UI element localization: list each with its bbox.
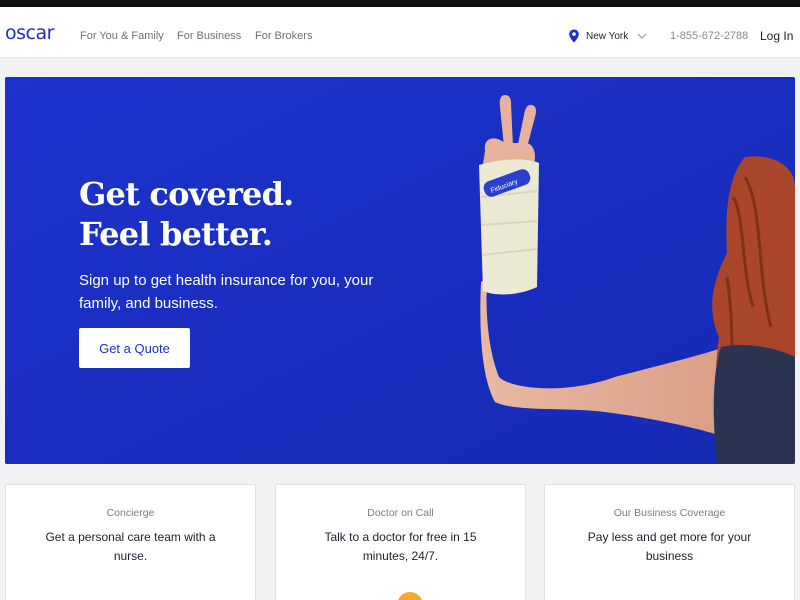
location-selector[interactable]: New York (568, 29, 647, 43)
site-header: oscar For You & Family For Business For … (0, 7, 800, 58)
nav-for-business[interactable]: For Business (177, 30, 241, 42)
top-black-strip (0, 0, 800, 7)
nav-for-brokers[interactable]: For Brokers (255, 30, 312, 42)
feature-cards: Concierge Get a personal care team with … (5, 484, 795, 600)
card-text: Talk to a doctor for free in 15 minutes,… (324, 530, 477, 563)
card-illustration-icon (397, 592, 423, 600)
hero-title-line2: Feel better. (79, 215, 273, 253)
card-label: Concierge (106, 507, 155, 519)
card-text: Pay less and get more for your business (587, 530, 752, 563)
hero-subtitle: Sign up to get health insurance for you,… (79, 272, 374, 312)
chevron-down-icon (637, 33, 647, 39)
card-text: Get a personal care team with a nurse. (45, 530, 216, 563)
login-link[interactable]: Log In (760, 29, 793, 43)
location-label: New York (586, 30, 629, 42)
hero-title: Get covered. Feel better. (79, 174, 294, 254)
location-pin-icon (569, 29, 579, 43)
card-label: Our Business Coverage (613, 507, 726, 519)
nav-for-you-family[interactable]: For You & Family (80, 30, 164, 42)
phone-number-link[interactable]: 1-855-672-2788 (670, 30, 748, 42)
card-label: Doctor on Call (367, 507, 434, 519)
card-business-coverage[interactable]: Our Business Coverage Pay less and get m… (544, 484, 795, 600)
hero-banner: Fiduciary Get covered. Feel better. Sign… (5, 77, 795, 464)
oscar-logo[interactable]: oscar (5, 22, 54, 44)
card-concierge[interactable]: Concierge Get a personal care team with … (5, 484, 256, 600)
card-doctor-on-call[interactable]: Doctor on Call Talk to a doctor for free… (275, 484, 526, 600)
hero-title-line1: Get covered. (79, 175, 294, 213)
get-a-quote-button[interactable]: Get a Quote (79, 328, 190, 368)
